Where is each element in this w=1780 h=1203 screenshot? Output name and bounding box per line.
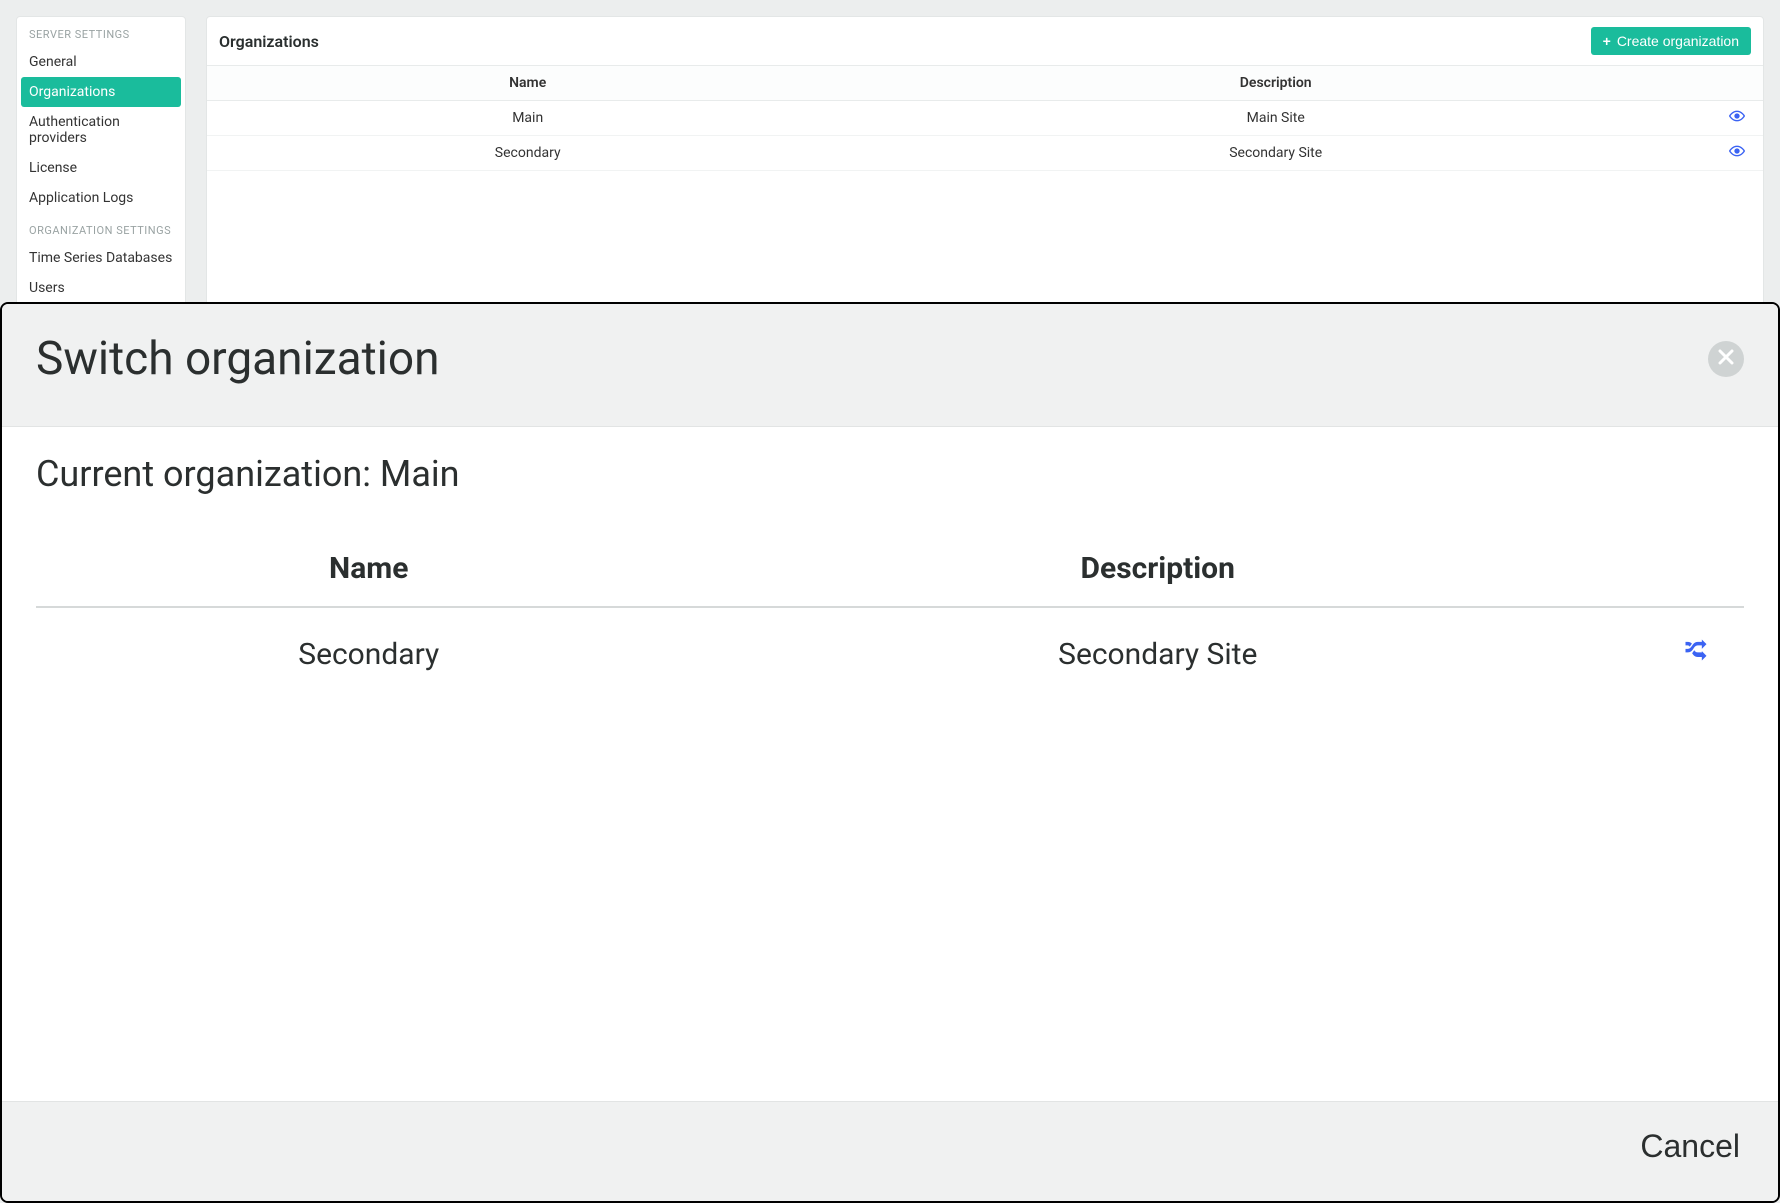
plus-icon: + — [1603, 34, 1611, 48]
switch-cell-name: Secondary — [36, 607, 701, 700]
switch-col-action — [1614, 539, 1744, 607]
table-row[interactable]: Main Main Site — [207, 101, 1763, 136]
modal-header: Switch organization — [2, 304, 1778, 427]
cell-action — [1703, 101, 1763, 136]
current-org-name: Main — [380, 453, 460, 495]
switch-col-description: Description — [701, 539, 1614, 607]
modal-body: Current organization: Main Name Descript… — [2, 427, 1778, 1101]
sidebar-item-general[interactable]: General — [17, 47, 185, 77]
cancel-button[interactable]: Cancel — [1640, 1128, 1740, 1165]
current-org-prefix: Current organization: — [36, 453, 380, 495]
switch-cell-description: Secondary Site — [701, 607, 1614, 700]
switch-cell-action — [1614, 607, 1744, 700]
close-icon — [1718, 348, 1734, 371]
sidebar-section-server: SERVER SETTINGS — [17, 17, 185, 47]
cell-action — [1703, 136, 1763, 171]
sidebar-item-license[interactable]: License — [17, 153, 185, 183]
cancel-label: Cancel — [1640, 1128, 1740, 1164]
sidebar-item-label: Time Series Databases — [29, 250, 172, 266]
eye-icon[interactable] — [1729, 145, 1745, 161]
col-name: Name — [207, 66, 848, 101]
create-organization-button[interactable]: + Create organization — [1591, 27, 1751, 55]
sidebar-item-organizations[interactable]: Organizations — [21, 77, 181, 107]
col-action — [1703, 66, 1763, 101]
sidebar-item-application-logs[interactable]: Application Logs — [17, 183, 185, 213]
close-button[interactable] — [1708, 341, 1744, 377]
eye-icon[interactable] — [1729, 110, 1745, 126]
sidebar-item-auth-providers[interactable]: Authentication providers — [17, 107, 185, 153]
sidebar-item-label: Organizations — [29, 84, 115, 100]
panel-title: Organizations — [219, 32, 319, 51]
modal-footer: Cancel — [2, 1101, 1778, 1201]
create-organization-label: Create organization — [1617, 33, 1739, 49]
organizations-table: Name Description Main Main Site — [207, 66, 1763, 171]
switch-col-name: Name — [36, 539, 701, 607]
cell-name: Secondary — [207, 136, 848, 171]
shuffle-icon[interactable] — [1680, 637, 1712, 672]
sidebar-item-label: Application Logs — [29, 190, 133, 206]
switch-table-row: Secondary Secondary Site — [36, 607, 1744, 700]
sidebar-item-label: License — [29, 160, 77, 176]
sidebar-item-label: General — [29, 54, 77, 70]
modal-title: Switch organization — [36, 332, 440, 386]
sidebar-section-org: ORGANIZATION SETTINGS — [17, 213, 185, 243]
sidebar-item-users[interactable]: Users — [17, 273, 185, 303]
sidebar-item-tsdb[interactable]: Time Series Databases — [17, 243, 185, 273]
cell-description: Secondary Site — [848, 136, 1703, 171]
cell-description: Main Site — [848, 101, 1703, 136]
cell-name: Main — [207, 101, 848, 136]
table-row[interactable]: Secondary Secondary Site — [207, 136, 1763, 171]
switch-organization-table: Name Description Secondary Secondary Sit… — [36, 539, 1744, 700]
sidebar-item-label: Authentication providers — [29, 114, 120, 146]
col-description: Description — [848, 66, 1703, 101]
current-organization-heading: Current organization: Main — [36, 453, 1744, 495]
sidebar-item-label: Users — [29, 280, 65, 296]
switch-organization-modal: Switch organization Current organization… — [0, 302, 1780, 1203]
panel-header: Organizations + Create organization — [207, 17, 1763, 66]
